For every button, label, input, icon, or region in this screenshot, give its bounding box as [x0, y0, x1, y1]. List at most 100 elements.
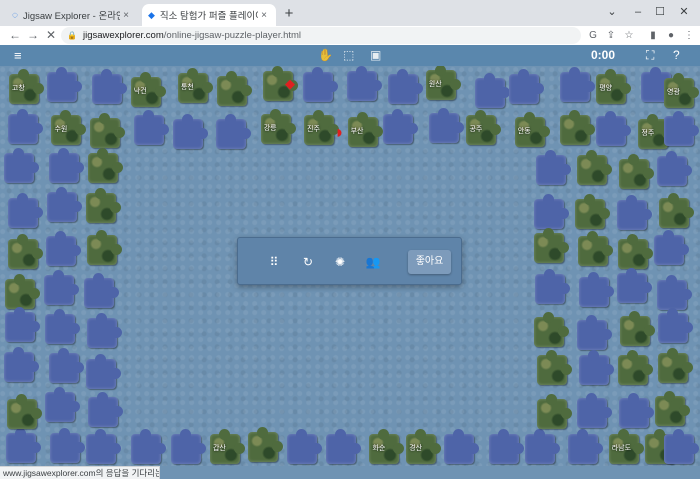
puzzle-piece[interactable] — [534, 311, 570, 347]
maximize-button[interactable]: ☐ — [648, 2, 672, 22]
puzzle-piece[interactable] — [49, 427, 85, 463]
new-tab-button[interactable]: + — [280, 5, 298, 23]
puzzle-piece[interactable] — [577, 230, 613, 266]
forward-icon[interactable]: → — [24, 27, 42, 44]
side-panel-icon[interactable]: ▮ — [645, 27, 661, 44]
puzzle-piece[interactable] — [559, 66, 595, 102]
puzzle-piece[interactable] — [86, 354, 122, 390]
puzzle-piece[interactable] — [86, 312, 122, 348]
back-icon[interactable]: ← — [6, 27, 24, 44]
puzzle-piece[interactable] — [567, 429, 603, 464]
puzzle-piece[interactable] — [45, 230, 81, 266]
puzzle-piece[interactable] — [216, 114, 252, 150]
puzzle-piece[interactable]: 평양 — [596, 69, 632, 105]
puzzle-piece[interactable] — [7, 393, 43, 429]
puzzle-piece[interactable]: 공주 — [466, 110, 502, 146]
people-icon[interactable]: 👥 — [364, 253, 382, 271]
puzzle-piece[interactable] — [248, 427, 284, 463]
puzzle-piece[interactable]: 경산 — [406, 429, 442, 464]
puzzle-piece[interactable]: 갑산 — [209, 429, 245, 464]
puzzle-piece[interactable] — [659, 192, 695, 228]
address-bar[interactable]: 🔒 jigsawexplorer.com/online-jigsaw-puzzl… — [61, 27, 581, 44]
puzzle-piece[interactable] — [47, 66, 83, 102]
puzzle-piece[interactable] — [657, 150, 692, 186]
puzzle-piece[interactable] — [46, 187, 82, 223]
puzzle-piece[interactable]: 안동 — [514, 112, 550, 148]
puzzle-piece[interactable] — [444, 429, 480, 464]
puzzle-piece[interactable] — [655, 391, 691, 427]
puzzle-piece[interactable]: 라남도 — [608, 429, 644, 464]
puzzle-piece[interactable] — [6, 428, 42, 464]
puzzle-piece[interactable] — [664, 428, 699, 464]
puzzle-piece[interactable] — [475, 72, 511, 108]
puzzle-piece[interactable] — [44, 387, 80, 422]
puzzle-piece[interactable] — [576, 392, 612, 428]
translate-icon[interactable]: G — [585, 27, 601, 44]
tab-search-icon[interactable]: ⌄ — [600, 2, 624, 22]
puzzle-piece[interactable] — [617, 350, 653, 386]
puzzle-piece[interactable] — [579, 350, 615, 386]
puzzle-piece[interactable] — [172, 114, 208, 150]
puzzle-piece[interactable] — [48, 348, 84, 384]
puzzle-piece[interactable] — [86, 429, 122, 464]
tab-jigsaw-explorer[interactable]: ◌ Jigsaw Explorer - 온라인 직소 퍼 × — [6, 4, 138, 26]
puzzle-piece[interactable] — [49, 148, 85, 184]
puzzle-piece[interactable] — [302, 66, 338, 102]
puzzle-piece[interactable] — [559, 109, 595, 145]
puzzle-piece[interactable] — [535, 269, 571, 305]
puzzle-piece[interactable] — [579, 272, 615, 308]
puzzle-piece[interactable] — [428, 107, 464, 143]
puzzle-piece[interactable] — [86, 230, 122, 266]
puzzle-piece[interactable]: 수원 — [51, 109, 87, 145]
puzzle-piece[interactable] — [537, 394, 573, 430]
puzzle-piece[interactable] — [325, 429, 361, 464]
puzzle-piece[interactable] — [44, 269, 80, 305]
puzzle-piece[interactable] — [664, 110, 699, 146]
puzzle-piece[interactable]: 부산 — [347, 112, 383, 148]
puzzle-piece[interactable]: 낙건 — [130, 72, 166, 108]
puzzle-piece[interactable] — [617, 194, 653, 230]
hamburger-menu-icon[interactable]: ≡ — [14, 48, 22, 63]
puzzle-piece[interactable] — [87, 147, 123, 183]
puzzle-piece[interactable] — [534, 227, 570, 263]
puzzle-piece[interactable] — [656, 274, 692, 310]
grid-icon[interactable]: ⠿ — [265, 253, 283, 271]
minimize-button[interactable]: – — [626, 2, 650, 22]
puzzle-piece[interactable] — [171, 429, 207, 464]
puzzle-piece[interactable] — [524, 429, 560, 464]
puzzle-piece[interactable] — [387, 68, 423, 104]
puzzle-piece[interactable] — [5, 273, 41, 309]
puzzle-piece[interactable] — [346, 66, 382, 102]
puzzle-piece[interactable] — [596, 110, 632, 146]
puzzle-piece[interactable]: 화순 — [369, 429, 405, 464]
puzzle-piece[interactable] — [286, 429, 322, 464]
puzzle-piece[interactable] — [657, 308, 693, 344]
puzzle-piece[interactable] — [658, 348, 694, 384]
puzzle-piece[interactable]: 통천 — [177, 68, 213, 104]
puzzle-piece[interactable] — [8, 108, 44, 144]
puzzle-piece[interactable] — [7, 233, 43, 269]
puzzle-piece[interactable] — [133, 109, 169, 145]
puzzle-piece[interactable] — [509, 68, 545, 104]
puzzle-piece[interactable] — [88, 392, 124, 428]
ok-button[interactable]: 좋아요 — [408, 250, 451, 274]
puzzle-piece[interactable] — [8, 192, 44, 228]
puzzle-piece[interactable] — [130, 429, 166, 464]
puzzle-piece[interactable] — [654, 229, 690, 265]
close-window-button[interactable]: ✕ — [672, 2, 696, 22]
more-menu-icon[interactable]: ⋮ — [681, 27, 697, 44]
reload-icon[interactable]: ✕ — [42, 27, 60, 44]
puzzle-piece[interactable] — [92, 69, 128, 105]
rotate-icon[interactable]: ↻ — [299, 253, 317, 271]
puzzle-piece[interactable] — [534, 194, 570, 230]
puzzle-piece[interactable] — [89, 113, 125, 149]
palette-icon[interactable]: ✺ — [331, 253, 349, 271]
puzzle-piece[interactable] — [86, 187, 122, 223]
puzzle-piece[interactable] — [5, 307, 40, 343]
puzzle-piece[interactable] — [577, 150, 613, 186]
puzzle-piece[interactable] — [536, 350, 572, 386]
puzzle-piece[interactable]: 영광 — [664, 72, 699, 108]
profile-icon[interactable]: ● — [663, 27, 679, 44]
puzzle-piece[interactable] — [535, 149, 571, 185]
puzzle-piece[interactable] — [488, 429, 524, 464]
